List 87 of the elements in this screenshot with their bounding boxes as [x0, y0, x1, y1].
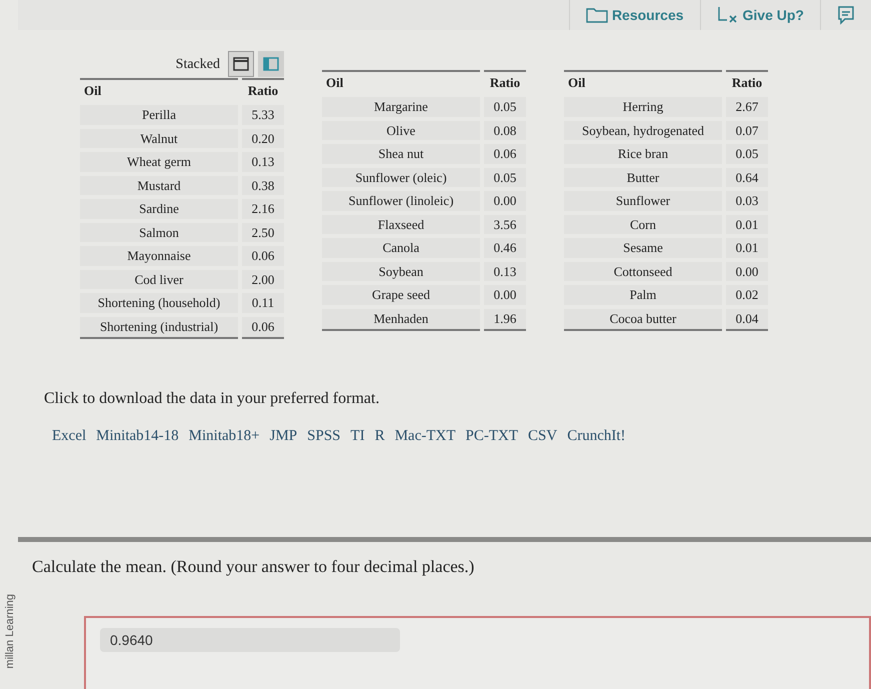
table-cell: Butter — [564, 166, 724, 189]
table-cell: 0.06 — [482, 142, 526, 166]
question-text: Calculate the mean. (Round your answer to four decimal places.) — [31, 556, 476, 578]
download-link[interactable]: Minitab18+ — [188, 424, 260, 447]
table-cell: Herring — [564, 95, 724, 118]
table-cell: Perilla — [80, 103, 240, 126]
table-cell: Cocoa butter — [564, 306, 724, 330]
download-link[interactable]: Minitab14-18 — [96, 424, 179, 447]
table-cell: 0.05 — [724, 142, 768, 166]
table-cell: Sesame — [564, 236, 724, 260]
download-link[interactable]: JMP — [270, 424, 298, 447]
table-cell: 2.50 — [240, 220, 284, 244]
table-cell: 0.11 — [240, 291, 284, 314]
table-cell: 0.13 — [240, 150, 284, 174]
table-cell: 0.13 — [482, 260, 526, 283]
table-cell: Shortening (household) — [80, 291, 240, 314]
folder-button[interactable]: Resources — [568, 0, 700, 30]
table-cell: Sunflower — [564, 189, 724, 212]
table-cell: 0.01 — [724, 236, 768, 260]
table-cell: Sunflower (oleic) — [322, 166, 482, 189]
giveup-icon — [716, 6, 739, 24]
table-cell: 5.33 — [240, 103, 284, 126]
table-cell: 0.06 — [240, 314, 284, 338]
download-link[interactable]: TI — [350, 424, 365, 447]
table-cell: Mustard — [80, 174, 240, 197]
download-link[interactable]: SPSS — [307, 424, 341, 447]
table-cell: Flaxseed — [322, 212, 482, 236]
column-header: Oil — [564, 71, 724, 95]
table-cell: Soybean, hydrogenated — [564, 118, 724, 142]
table-cell: 0.00 — [482, 283, 526, 306]
table-cell: 0.38 — [240, 174, 284, 197]
table-cell: 2.00 — [240, 268, 284, 291]
table-cell: Margarine — [322, 95, 482, 118]
table-cell: Salmon — [80, 220, 240, 244]
table-cell: 0.03 — [724, 189, 768, 212]
view-label: Stacked — [176, 56, 220, 74]
table-cell: Sunflower (linoleic) — [322, 189, 482, 212]
table-cell: Shortening (industrial) — [80, 314, 240, 338]
download-prompt: Click to download the data in your preferred format. — [44, 388, 380, 408]
side-panel-icon — [263, 57, 279, 71]
table-cell: Rice bran — [564, 142, 724, 166]
side-label: millan Learning — [2, 592, 17, 670]
stacked-view-button[interactable] — [228, 51, 254, 77]
table-cell: 0.04 — [724, 306, 768, 330]
table-cell: 2.16 — [240, 197, 284, 220]
column-header: Oil — [322, 71, 482, 95]
table-cell: Cod liver — [80, 268, 240, 291]
table-cell: Walnut — [80, 126, 240, 150]
table-cell: 0.01 — [724, 212, 768, 236]
table-cell: Mayonnaise — [80, 244, 240, 268]
table-cell: Wheat germ — [80, 150, 240, 174]
download-link[interactable]: R — [374, 424, 385, 447]
giveup-button[interactable]: Give Up? — [700, 0, 820, 30]
window-icon — [233, 57, 249, 71]
table-cell: Menhaden — [322, 306, 482, 330]
table-cell: Corn — [564, 212, 724, 236]
feedback-icon — [837, 5, 855, 25]
download-link[interactable]: CSV — [528, 424, 558, 447]
table-cell: 3.56 — [482, 212, 526, 236]
table-cell: Soybean — [322, 260, 482, 283]
table-cell: 0.20 — [240, 126, 284, 150]
table-cell: Shea nut — [322, 142, 482, 166]
table-cell: 1.96 — [482, 306, 526, 330]
table-cell: 0.02 — [724, 283, 768, 306]
download-link[interactable]: CrunchIt! — [567, 424, 626, 447]
table-cell: Palm — [564, 283, 724, 306]
table-cell: Grape seed — [322, 283, 482, 306]
table-cell: 2.67 — [724, 95, 768, 118]
table-cell: 0.06 — [240, 244, 284, 268]
table-cell: 0.05 — [482, 166, 526, 189]
table-cell: 0.46 — [482, 236, 526, 260]
table-cell: 0.07 — [724, 118, 768, 142]
folder-icon — [586, 7, 608, 23]
table-cell: Olive — [322, 118, 482, 142]
table-cell: 0.64 — [724, 166, 768, 189]
answer-field[interactable]: 0.9640 — [100, 628, 400, 652]
table-cell: Canola — [322, 236, 482, 260]
table-cell: Cottonseed — [564, 260, 724, 283]
download-link[interactable]: Excel — [52, 424, 86, 447]
column-header: Oil — [80, 79, 240, 103]
table-cell: 0.08 — [482, 118, 526, 142]
download-link[interactable]: Mac-TXT — [394, 424, 456, 447]
download-link[interactable]: PC-TXT — [466, 424, 518, 447]
table-cell: 0.00 — [482, 189, 526, 212]
table-cell: 0.05 — [482, 95, 526, 118]
table-cell: Sardine — [80, 197, 240, 220]
table-cell: 0.00 — [724, 260, 768, 283]
